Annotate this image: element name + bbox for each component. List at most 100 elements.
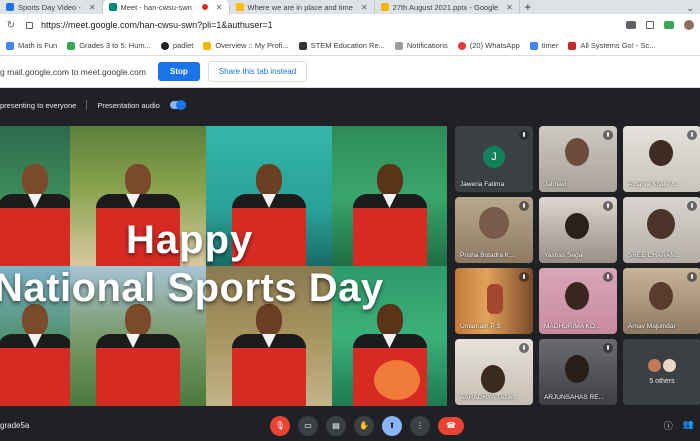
mic-muted-icon [603,343,613,353]
mic-muted-icon [519,130,529,140]
participant-video [565,355,589,383]
more-options-button[interactable]: ⋮ [410,415,430,436]
tab-title: Where we are in place and time [247,2,353,12]
close-tab-icon[interactable]: ✕ [89,3,96,12]
tab-search-icon[interactable]: ⌄ [686,3,700,14]
bookmark-padlet[interactable]: padlet [160,41,193,50]
bookmark-timer[interactable]: timer [529,41,559,50]
participant-video [481,365,505,393]
participant-video [487,284,503,314]
bookmark-notifications[interactable]: Notifications [394,41,448,50]
bookmark-favicon-icon [568,41,577,50]
ball-graphic [374,360,420,400]
camera-button[interactable]: ▭ [298,415,318,436]
participant-tile[interactable]: J Jaweria Fatima [455,126,533,192]
bookmark-favicon-icon [67,41,76,50]
close-tab-icon[interactable]: ✕ [216,3,223,12]
recording-indicator-icon [201,4,208,10]
bookmark-overview[interactable]: Overview :: My Profi... [203,41,289,50]
participant-tile[interactable]: Atharva Khare S... [623,126,700,192]
tab-sports-day-video[interactable]: Sports Day Video - ✕ [0,0,103,14]
bookmark-star-icon[interactable] [646,21,654,29]
participant-tile[interactable]: ARJUNSAHAS RE... [539,339,617,405]
participant-name: Yashas Sega [544,252,583,259]
participant-name: AARADHYA TALA... [460,394,518,401]
stop-sharing-button[interactable]: Stop [158,62,200,81]
participant-name: ARJUNSAHAS RE... [544,394,604,401]
others-count: 5 others [649,378,675,385]
bookmark-favicon-icon [529,41,538,50]
participant-tile[interactable]: Yashas Sega [539,197,617,263]
lock-icon[interactable] [26,21,33,29]
bookmark-label: Grades 3 to 5: Hum... [79,41,151,50]
tab-pptx[interactable]: 27th August 2021.pptx - Google ✕ [375,0,520,14]
mic-off-icon: 🎙 [274,420,286,430]
bookmark-stem[interactable]: STEM Education Re... [298,41,385,50]
mic-muted-icon [687,130,697,140]
new-tab-button[interactable]: + [520,0,536,14]
meeting-control-bar: grade5a 🎙 ▭ ▤ ✋ ⬆ ⋮ ☎ ⓘ 👥 [0,410,700,441]
close-tab-icon[interactable]: ✕ [506,3,513,12]
avatar [663,359,676,372]
bookmark-math-is-fun[interactable]: Math is Fun [6,41,57,50]
url-field[interactable]: https://meet.google.com/han-cwsu-swn?pli… [41,20,618,30]
participant-tile[interactable]: SREE CHARAN... [623,197,700,263]
photo-tile [0,126,70,266]
info-icon[interactable]: ⓘ [664,419,673,432]
bookmark-all-systems-go[interactable]: All Systems Go! - Sc... [568,41,655,50]
participant-video [565,213,589,239]
participant-name: Jahnavi.. [544,181,571,188]
leave-call-button[interactable]: ☎ [438,416,464,435]
share-this-tab-button[interactable]: Share this tab instead [207,61,308,82]
participant-tile[interactable]: MADHURIMA KO... [539,268,617,334]
people-icon[interactable]: 👥 [683,419,694,432]
slide-title-line2: National Sports Day [0,266,384,310]
close-tab-icon[interactable]: ✕ [361,3,368,12]
photo-tile [332,126,447,266]
bookmark-grades[interactable]: Grades 3 to 5: Hum... [67,41,151,50]
participant-tile[interactable]: Jahnavi.. [539,126,617,192]
extension-icon[interactable] [664,21,674,29]
reload-icon[interactable]: ↻ [6,20,16,31]
raise-hand-button[interactable]: ✋ [354,415,374,436]
present-icon: ⬆ [388,420,396,430]
tab-title: Sports Day Video - [18,2,81,12]
participant-name: Arnav Majumdar [628,323,676,330]
others-tile[interactable]: 5 others [623,339,700,405]
mic-off-button[interactable]: 🎙 [270,415,290,436]
mic-muted-icon [687,272,697,282]
captions-icon: ▤ [332,420,340,430]
presentation-status-bar: presenting to everyone Presentation audi… [0,96,450,114]
presentation-audio-label: Presentation audio [97,100,160,110]
bookmark-label: timer [541,41,559,50]
captions-button[interactable]: ▤ [326,415,346,436]
mic-muted-icon [519,201,529,211]
mic-muted-icon [519,272,529,282]
address-bar: ↻ https://meet.google.com/han-cwsu-swn?p… [0,14,700,36]
participant-tile[interactable]: Arnav Majumdar [623,268,700,334]
bookmark-favicon-icon [457,41,466,50]
participant-name: Atharva Khare S... [628,181,682,188]
presenting-status: presenting to everyone [0,100,77,110]
meet-favicon-icon [108,3,117,11]
participant-tile[interactable]: AARADHYA TALA... [455,339,533,405]
tab-where-we-are[interactable]: Where we are in place and time ✕ [230,0,375,14]
participant-video [649,282,673,310]
participants-grid: J Jaweria Fatima Jahnavi.. Atharva Khare… [455,126,700,406]
participant-video [649,140,673,166]
participant-tile[interactable]: Prisha Botadra K... [455,197,533,263]
participant-video [565,282,589,310]
bookmark-whatsapp[interactable]: (20) WhatsApp [457,41,520,50]
bookmark-label: (20) WhatsApp [469,41,520,50]
participant-name: MADHURIMA KO... [544,323,601,330]
drive-favicon-icon [235,3,244,11]
presentation-audio-toggle[interactable] [169,100,186,110]
bookmark-favicon-icon [6,41,14,50]
camera-in-use-icon[interactable] [626,21,636,29]
participant-tile[interactable]: Umarnath P S [455,268,533,334]
mic-muted-icon [603,272,613,282]
tab-meet[interactable]: Meet - han-cwsu-swn ✕ [102,0,230,14]
present-now-button[interactable]: ⬆ [382,415,402,436]
avatar [648,359,661,372]
profile-avatar[interactable] [684,20,694,30]
